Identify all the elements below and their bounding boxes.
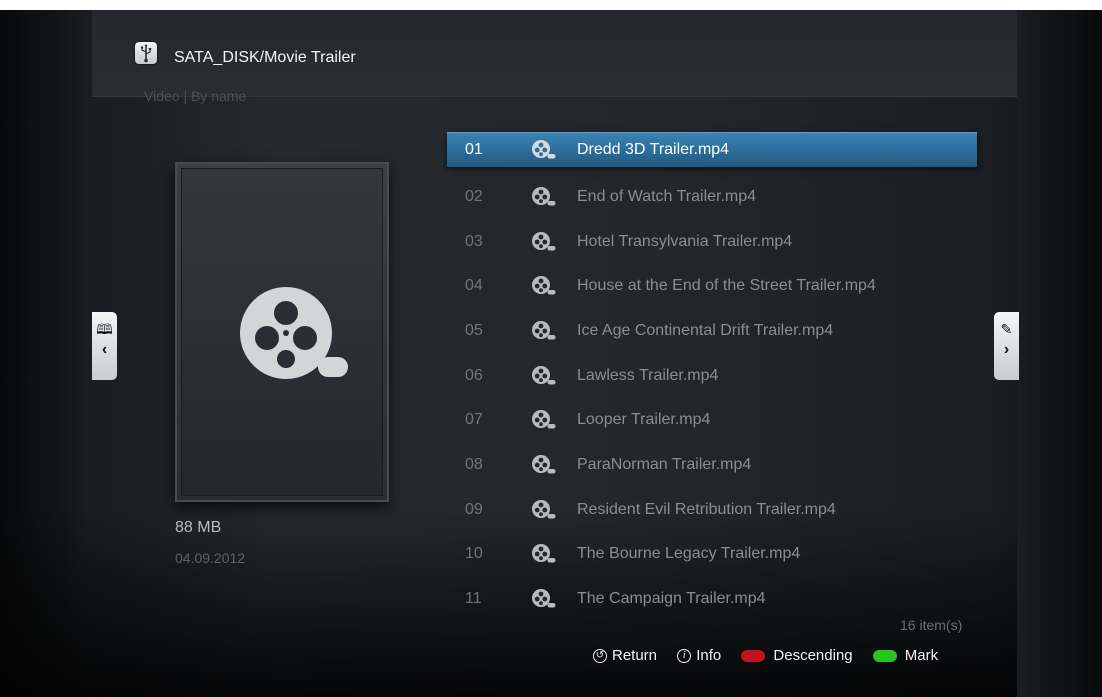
film-reel-icon: [532, 410, 556, 429]
list-item[interactable]: 06 Lawless Trailer.mp4: [447, 359, 977, 393]
film-reel-icon: [532, 455, 556, 474]
list-item[interactable]: 03 Hotel Transylvania Trailer.mp4: [447, 225, 977, 259]
list-item[interactable]: 09 Resident Evil Retribution Trailer.mp4: [447, 493, 977, 527]
chevron-left-icon: ‹: [101, 341, 108, 358]
file-name: ParaNorman Trailer.mp4: [577, 456, 752, 473]
item-number: 03: [465, 233, 483, 250]
return-icon: ↺: [593, 648, 607, 663]
file-date: 04.09.2012: [175, 550, 246, 566]
red-key-icon: [741, 649, 766, 662]
list-item[interactable]: 01 Dredd 3D Trailer.mp4: [447, 132, 977, 167]
info-label: Info: [696, 646, 722, 664]
film-reel-icon: [240, 287, 348, 379]
item-number: 05: [465, 322, 483, 339]
right-panel-tab[interactable]: ✎ ›: [994, 312, 1019, 380]
item-number: 08: [465, 456, 483, 473]
list-item[interactable]: 11 The Campaign Trailer.mp4: [447, 582, 977, 616]
list-item[interactable]: 05 Ice Age Continental Drift Trailer.mp4: [447, 314, 977, 348]
file-name: House at the End of the Street Trailer.m…: [577, 277, 876, 294]
info-icon: i: [677, 648, 692, 663]
file-name: End of Watch Trailer.mp4: [577, 188, 757, 205]
file-name: The Campaign Trailer.mp4: [577, 590, 766, 607]
sort-mode-label: Video | By name: [144, 88, 247, 104]
descending-button[interactable]: Descending: [741, 646, 853, 664]
left-panel-tab[interactable]: 🕮 ‹: [92, 312, 117, 380]
item-count: 16 item(s): [900, 617, 963, 633]
file-name: Hotel Transylvania Trailer.mp4: [577, 233, 793, 250]
green-key-icon: [872, 649, 897, 662]
folder-path-title: SATA_DISK/Movie Trailer: [174, 49, 356, 66]
footer-hints: ↺ Return i Info Descending Mark: [593, 646, 938, 664]
file-size: 88 MB: [175, 519, 222, 536]
film-reel-icon: [532, 321, 556, 340]
item-number: 11: [465, 590, 482, 607]
item-number: 02: [465, 188, 483, 205]
list-item[interactable]: 02 End of Watch Trailer.mp4: [447, 180, 977, 214]
film-reel-icon: [532, 232, 556, 251]
item-number: 04: [465, 277, 483, 294]
film-reel-icon: [532, 366, 556, 385]
file-name: Ice Age Continental Drift Trailer.mp4: [577, 322, 834, 339]
film-reel-icon: [532, 589, 556, 608]
list-item[interactable]: 07 Looper Trailer.mp4: [447, 403, 977, 437]
file-name: The Bourne Legacy Trailer.mp4: [577, 545, 801, 562]
mark-label: Mark: [904, 646, 939, 664]
file-name: Resident Evil Retribution Trailer.mp4: [577, 501, 836, 518]
return-label: Return: [612, 646, 658, 664]
list-item[interactable]: 04 House at the End of the Street Traile…: [447, 269, 977, 303]
list-item[interactable]: 10 The Bourne Legacy Trailer.mp4: [447, 537, 977, 571]
film-reel-icon: [532, 140, 556, 159]
film-reel-icon: [532, 187, 556, 206]
item-number: 06: [465, 367, 483, 384]
chevron-right-icon: ›: [1003, 341, 1010, 358]
file-name: Dredd 3D Trailer.mp4: [577, 141, 730, 158]
item-number: 01: [465, 141, 483, 158]
item-number: 09: [465, 501, 483, 518]
mark-button[interactable]: Mark: [872, 646, 939, 664]
film-reel-icon: [532, 276, 556, 295]
info-button[interactable]: i Info: [677, 647, 721, 664]
list-item[interactable]: 08 ParaNorman Trailer.mp4: [447, 448, 977, 482]
edit-icon: ✎: [1000, 321, 1013, 337]
descending-label: Descending: [773, 646, 853, 664]
file-name: Looper Trailer.mp4: [577, 411, 711, 428]
preview-thumbnail: [175, 162, 389, 502]
file-name: Lawless Trailer.mp4: [577, 367, 719, 384]
film-reel-icon: [532, 544, 556, 563]
return-button[interactable]: ↺ Return: [593, 647, 657, 664]
film-reel-icon: [532, 500, 556, 519]
book-icon: 🕮: [96, 321, 113, 337]
usb-icon: [135, 42, 157, 64]
item-number: 07: [465, 411, 483, 428]
item-number: 10: [465, 545, 483, 562]
